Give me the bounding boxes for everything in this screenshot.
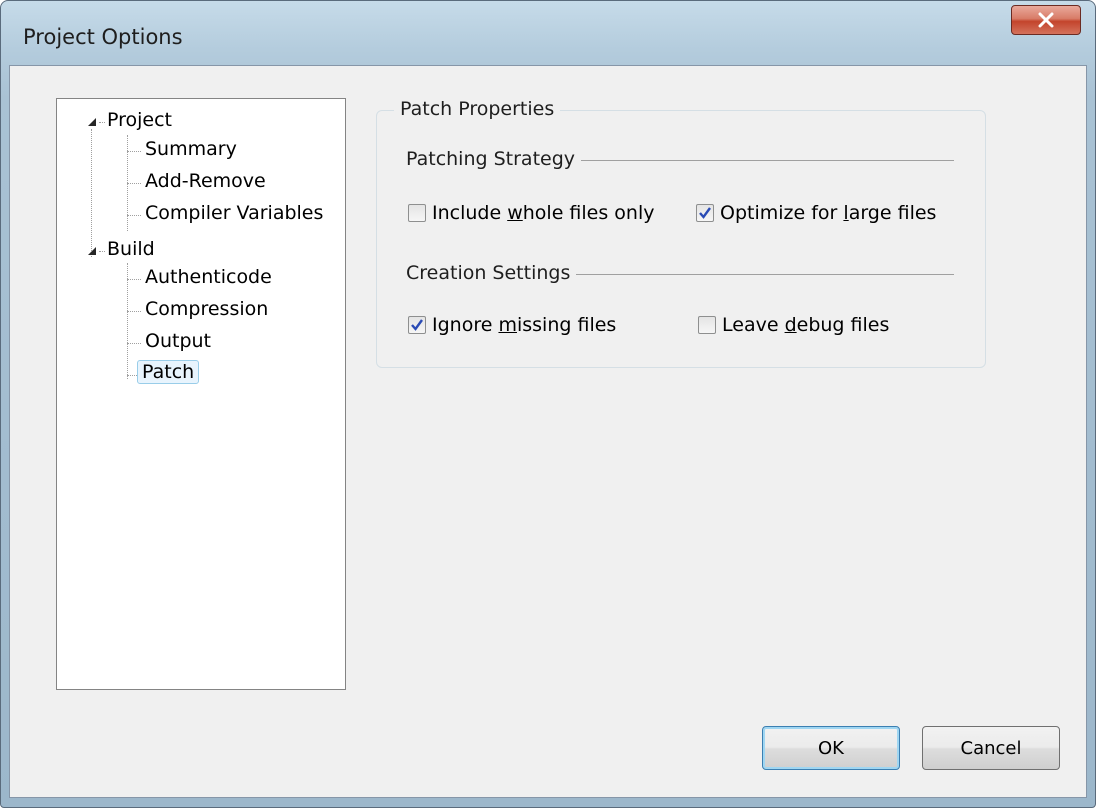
tree-item-compiler-variables[interactable]: Compiler Variables <box>145 202 323 224</box>
tree-item-build[interactable]: Build <box>107 238 155 260</box>
checkmark-icon <box>699 207 711 219</box>
ok-button[interactable]: OK <box>762 726 900 770</box>
tree-item-project[interactable]: Project <box>107 109 172 131</box>
dialog-client-area: Project Summary Add-Remove Compiler Vari… <box>9 65 1087 798</box>
cancel-button[interactable]: Cancel <box>922 726 1060 770</box>
ignore-missing-files-checkbox[interactable]: Ignore missing files <box>408 314 616 336</box>
tree-item-patch[interactable]: Patch <box>137 360 200 384</box>
checkbox-checked[interactable] <box>696 204 714 222</box>
close-icon <box>1038 12 1054 28</box>
project-options-dialog: Project Options Project Summary Add-Remo… <box>0 0 1096 808</box>
tree-item-compression[interactable]: Compression <box>145 298 268 320</box>
expanded-arrow-icon[interactable] <box>87 246 97 256</box>
checkbox-checked[interactable] <box>408 316 426 334</box>
creation-settings-title: Creation Settings <box>406 262 577 284</box>
checkbox-unchecked[interactable] <box>698 316 716 334</box>
options-tree[interactable]: Project Summary Add-Remove Compiler Vari… <box>56 98 346 690</box>
optimize-large-files-checkbox[interactable]: Optimize for large files <box>696 202 936 224</box>
checkbox-unchecked[interactable] <box>408 204 426 222</box>
leave-debug-files-checkbox[interactable]: Leave debug files <box>698 314 889 336</box>
tree-item-summary[interactable]: Summary <box>145 138 237 160</box>
leave-debug-files-label: Leave debug files <box>722 314 890 336</box>
tree-item-authenticode[interactable]: Authenticode <box>145 266 272 288</box>
include-whole-files-label: Include whole files only <box>432 202 655 224</box>
close-button[interactable] <box>1011 5 1081 35</box>
optimize-large-files-label: Optimize for large files <box>720 202 937 224</box>
expanded-arrow-icon[interactable] <box>87 117 97 127</box>
title-bar[interactable]: Project Options <box>1 1 1095 63</box>
patching-strategy-title: Patching Strategy <box>406 148 582 170</box>
ignore-missing-files-label: Ignore missing files <box>432 314 617 336</box>
patch-properties-title: Patch Properties <box>394 98 561 120</box>
checkmark-icon <box>411 319 423 331</box>
dialog-title: Project Options <box>23 25 183 49</box>
tree-item-output[interactable]: Output <box>145 330 211 352</box>
include-whole-files-checkbox[interactable]: Include whole files only <box>408 202 655 224</box>
tree-item-add-remove[interactable]: Add-Remove <box>145 170 266 192</box>
